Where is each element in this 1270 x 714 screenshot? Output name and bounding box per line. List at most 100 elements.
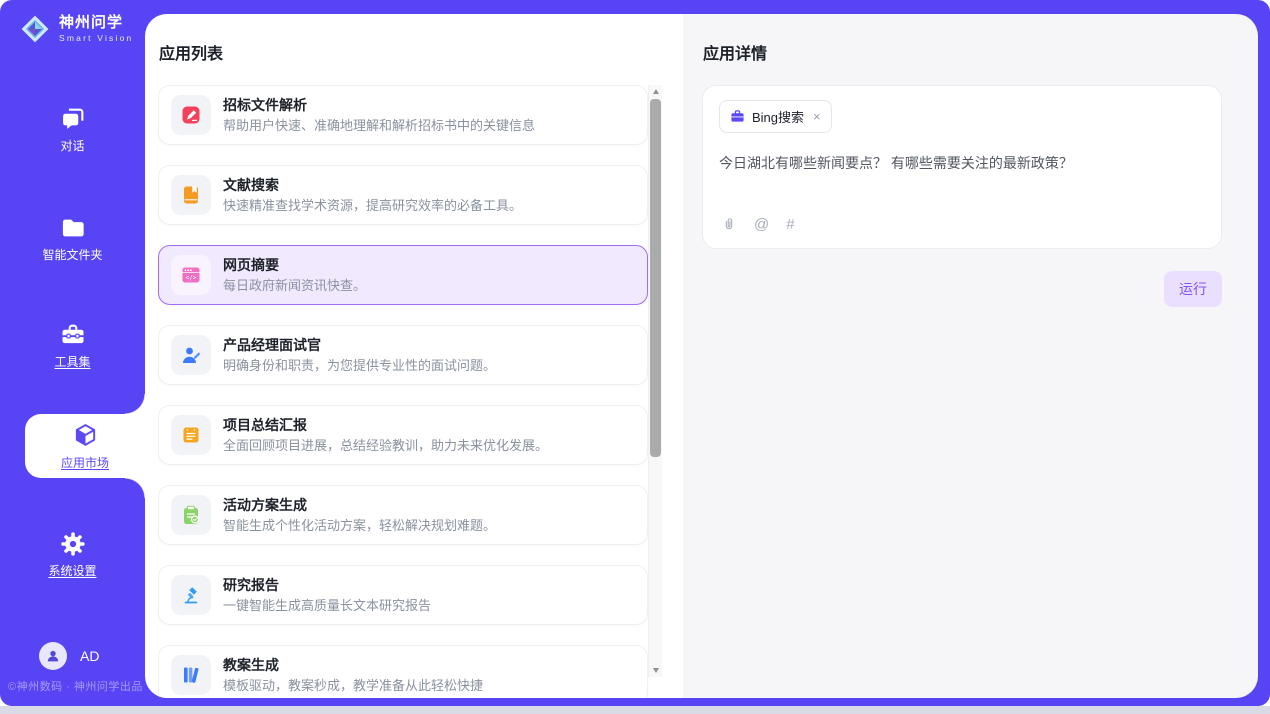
brand-logo: 神州问学 Smart Vision — [0, 0, 145, 45]
copyright-footer: ©神州数码 · 神州问学出品 — [8, 678, 143, 694]
app-card-lesson-plan[interactable]: 教案生成 模板驱动，教案秒成，教学准备从此轻松快捷 — [158, 645, 648, 698]
hashtag-icon[interactable]: # — [786, 217, 794, 232]
app-icon-box — [171, 655, 211, 695]
app-card-title: 教案生成 — [223, 657, 483, 674]
brand-name: 神州问学 — [59, 15, 133, 32]
attachment-icon[interactable] — [721, 216, 737, 233]
folder-icon — [59, 214, 87, 242]
sidebar-item-label: 智能文件夹 — [42, 249, 102, 261]
scrollbar-down-button[interactable] — [649, 664, 662, 677]
app-card-desc: 模板驱动，教案秒成，教学准备从此轻松快捷 — [223, 678, 483, 694]
book-icon — [180, 184, 202, 206]
app-card-literature-search[interactable]: 文献搜索 快速精准查找学术资源，提高研究效率的必备工具。 — [158, 165, 648, 225]
app-card-tender-analysis[interactable]: 招标文件解析 帮助用户快速、准确地理解和解析招标书中的关键信息 — [158, 85, 648, 145]
scrollbar-up-button[interactable] — [649, 85, 662, 98]
triangle-down-icon — [653, 668, 659, 673]
app-detail-title: 应用详情 — [683, 14, 1258, 64]
app-card-event-plan[interactable]: 活动方案生成 智能生成个性化活动方案，轻松解决规划难题。 — [158, 485, 648, 545]
app-card-text: 活动方案生成 智能生成个性化活动方案，轻松解决规划难题。 — [223, 497, 496, 533]
app-card-desc: 全面回顾项目进展，总结经验教训，助力未来优化发展。 — [223, 438, 548, 454]
tool-chip-label: Bing搜索 — [752, 107, 804, 126]
pen-edit-icon — [180, 104, 202, 126]
brand-text: 神州问学 Smart Vision — [59, 15, 133, 44]
sidebar-item-settings[interactable]: 系统设置 — [0, 530, 145, 577]
browser-code-icon: </> — [180, 264, 202, 286]
app-window: 神州问学 Smart Vision 对话 智能文件夹 — [0, 0, 1270, 706]
brand-subtitle: Smart Vision — [59, 33, 133, 43]
app-card-title: 网页摘要 — [223, 257, 366, 274]
books-icon — [180, 664, 202, 686]
app-card-text: 项目总结汇报 全面回顾项目进展，总结经验教训，助力未来优化发展。 — [223, 417, 548, 453]
app-card-project-summary[interactable]: 项目总结汇报 全面回顾项目进展，总结经验教训，助力未来优化发展。 — [158, 405, 648, 465]
app-detail-panel: 应用详情 Bing搜索 × 今日湖北有哪些新闻要点？ 有哪些需要关注的最新政策？ — [683, 14, 1258, 698]
app-list: 招标文件解析 帮助用户快速、准确地理解和解析招标书中的关键信息 — [145, 85, 683, 698]
app-card-web-summary[interactable]: </> 网页摘要 每日政府新闻资讯快查。 — [158, 245, 648, 305]
page-bottom-strip — [0, 706, 1270, 714]
app-icon-box — [171, 575, 211, 615]
diamond-logo-icon — [19, 13, 51, 45]
app-list-panel: 应用列表 招标文件解析 帮助用户快速、准确地理解和解析招标书 — [145, 14, 683, 698]
app-card-text: 产品经理面试官 明确身份和职责，为您提供专业性的面试问题。 — [223, 337, 496, 373]
app-card-desc: 帮助用户快速、准确地理解和解析招标书中的关键信息 — [223, 118, 535, 134]
main-content: 应用列表 招标文件解析 帮助用户快速、准确地理解和解析招标书 — [145, 14, 1258, 698]
question-text[interactable]: 今日湖北有哪些新闻要点？ 有哪些需要关注的最新政策？ — [719, 154, 1205, 174]
app-icon-box — [171, 95, 211, 135]
app-icon-box — [171, 175, 211, 215]
app-card-title: 产品经理面试官 — [223, 337, 496, 354]
app-card-text: 网页摘要 每日政府新闻资讯快查。 — [223, 257, 366, 293]
list-scrollbar[interactable] — [648, 85, 662, 677]
mention-icon[interactable]: @ — [754, 217, 769, 232]
app-card-desc: 快速精准查找学术资源，提高研究效率的必备工具。 — [223, 198, 522, 214]
tool-chip-bing-search[interactable]: Bing搜索 × — [719, 100, 832, 133]
svg-text:</>: </> — [186, 275, 197, 282]
sidebar-item-app-market[interactable]: 应用市场 — [25, 414, 145, 478]
sidebar-item-smart-folder[interactable]: 智能文件夹 — [0, 214, 145, 261]
composer-toolbar: @ # — [721, 216, 795, 233]
sidebar-item-label: 应用市场 — [61, 454, 109, 471]
clipboard-check-icon — [180, 504, 202, 526]
app-icon-box — [171, 415, 211, 455]
sidebar-item-label: 对话 — [60, 140, 84, 152]
gear-icon — [59, 530, 87, 558]
prompt-editor-card[interactable]: Bing搜索 × 今日湖北有哪些新闻要点？ 有哪些需要关注的最新政策？ @ # — [702, 85, 1222, 249]
app-icon-box — [171, 495, 211, 535]
app-card-desc: 一键智能生成高质量长文本研究报告 — [223, 598, 431, 614]
app-card-research-report[interactable]: 研究报告 一键智能生成高质量长文本研究报告 — [158, 565, 648, 625]
user-profile[interactable]: AD — [39, 642, 99, 670]
run-button[interactable]: 运行 — [1164, 271, 1222, 307]
cube-icon — [72, 422, 99, 449]
app-card-text: 文献搜索 快速精准查找学术资源，提高研究效率的必备工具。 — [223, 177, 522, 213]
sidebar: 神州问学 Smart Vision 对话 智能文件夹 — [0, 0, 145, 706]
person-icon — [45, 648, 61, 664]
app-card-text: 研究报告 一键智能生成高质量长文本研究报告 — [223, 577, 431, 613]
app-card-text: 招标文件解析 帮助用户快速、准确地理解和解析招标书中的关键信息 — [223, 97, 535, 133]
interviewer-icon — [180, 344, 202, 366]
briefcase-icon — [730, 109, 745, 124]
microscope-icon — [180, 584, 202, 606]
app-card-title: 招标文件解析 — [223, 97, 535, 114]
app-icon-box: </> — [171, 255, 211, 295]
app-card-desc: 每日政府新闻资讯快查。 — [223, 278, 366, 294]
app-card-text: 教案生成 模板驱动，教案秒成，教学准备从此轻松快捷 — [223, 657, 483, 693]
app-card-title: 文献搜索 — [223, 177, 522, 194]
app-card-title: 研究报告 — [223, 577, 431, 594]
app-card-title: 活动方案生成 — [223, 497, 496, 514]
app-card-desc: 智能生成个性化活动方案，轻松解决规划难题。 — [223, 518, 496, 534]
sidebar-item-label: 工具集 — [54, 356, 90, 368]
chat-icon — [59, 105, 87, 133]
app-icon-box — [171, 335, 211, 375]
sidebar-item-label: 系统设置 — [48, 565, 96, 577]
close-icon[interactable]: × — [813, 109, 821, 124]
app-card-pm-interviewer[interactable]: 产品经理面试官 明确身份和职责，为您提供专业性的面试问题。 — [158, 325, 648, 385]
app-card-title: 项目总结汇报 — [223, 417, 548, 434]
sidebar-item-toolset[interactable]: 工具集 — [0, 321, 145, 368]
triangle-up-icon — [653, 89, 659, 94]
app-card-desc: 明确身份和职责，为您提供专业性的面试问题。 — [223, 358, 496, 374]
sidebar-item-chat[interactable]: 对话 — [0, 105, 145, 152]
scrollbar-thumb[interactable] — [650, 99, 661, 457]
toolbox-icon — [59, 321, 87, 349]
user-name: AD — [80, 648, 99, 664]
app-list-title: 应用列表 — [145, 14, 683, 64]
avatar — [39, 642, 67, 670]
screen: 神州问学 Smart Vision 对话 智能文件夹 — [0, 0, 1270, 714]
